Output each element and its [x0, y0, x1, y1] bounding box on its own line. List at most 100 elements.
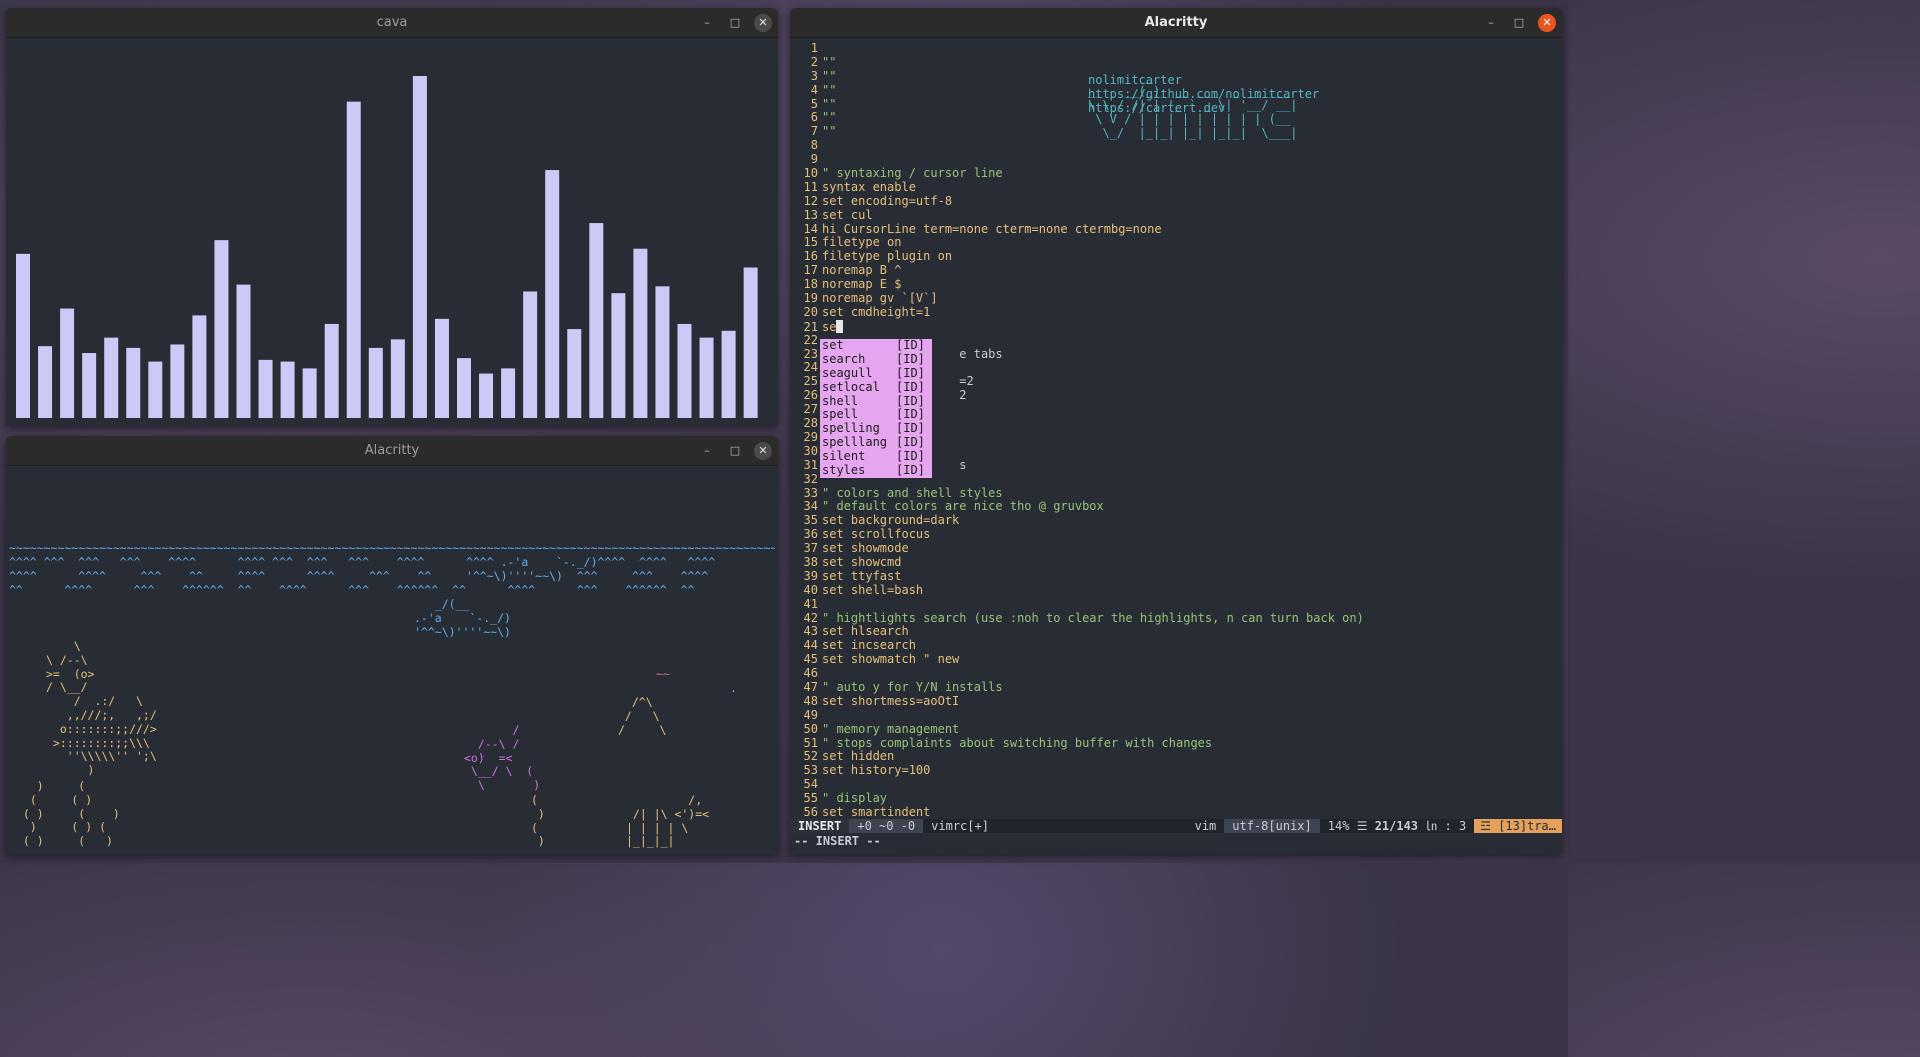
- file-type: vim: [1194, 819, 1217, 833]
- spectrum-bar: [258, 359, 273, 418]
- completion-word: silent: [822, 449, 866, 464]
- minimize-button[interactable]: –: [698, 14, 716, 32]
- minimize-button[interactable]: –: [698, 442, 716, 460]
- maximize-button[interactable]: □: [726, 442, 744, 460]
- completion-item[interactable]: silent [ID]: [820, 449, 932, 464]
- spectrum-bar: [82, 353, 97, 418]
- completion-item[interactable]: shell [ID]: [820, 393, 932, 409]
- line-number: 17: [803, 263, 818, 278]
- aquarium-titlebar[interactable]: Alacritty – □ ✕: [6, 436, 778, 466]
- line-number: 55: [803, 791, 818, 806]
- code-line: 19 noremap gv `[V`]: [794, 291, 1364, 306]
- line-number: 26: [803, 388, 818, 403]
- line-text: set showmatch " new: [822, 652, 960, 667]
- line-text: " display: [822, 791, 888, 806]
- status-line: INSERT +0 ~0 -0 vimrc[+] vim utf-8[unix]…: [790, 819, 1562, 833]
- code-line: 10 " syntaxing / cursor line: [794, 166, 1364, 181]
- code-line: 16 filetype plugin on: [794, 249, 1364, 264]
- code-line: 17 noremap B ^: [794, 263, 1364, 278]
- line-text: set shell=bash: [822, 582, 924, 597]
- line-text: set hlsearch: [822, 624, 909, 639]
- fish-left: \ \ /--\ >= (o> / \__/ / .:/ \ ,,///;, ,…: [46, 639, 157, 778]
- line-text: " colors and shell styles: [822, 485, 1003, 500]
- minimize-button[interactable]: –: [1482, 14, 1500, 32]
- line-number: 7: [810, 124, 818, 139]
- vim-editor[interactable]: 1 2 "" 3 "" 4 "" 5 "" 6 "" 7 "" 8 9 10 " syntaxing / cur…: [790, 38, 1562, 854]
- aquarium-canvas: , _/(__ , .-'a: [6, 466, 778, 854]
- completion-word: styles: [822, 463, 866, 478]
- line-number: 1: [810, 41, 818, 55]
- cava-visualizer: [6, 38, 778, 426]
- close-button[interactable]: ✕: [1538, 14, 1556, 32]
- text-cursor: [836, 319, 844, 333]
- line-text: filetype on: [822, 235, 902, 250]
- completion-item[interactable]: setlocal [ID]: [820, 380, 932, 395]
- line-number: 5: [810, 96, 818, 111]
- completion-item[interactable]: styles [ID]: [820, 463, 932, 478]
- completion-popup[interactable]: set [ID] search [ID] seagull [ID] setlocal [ID]…: [820, 338, 932, 478]
- line-number: 54: [803, 777, 818, 792]
- completion-item[interactable]: spell [ID]: [820, 408, 932, 422]
- line-number: 3: [810, 68, 818, 83]
- lines-icon: ☰: [1356, 819, 1368, 833]
- line-text: set smartindent: [822, 804, 931, 819]
- code-line: 43 set hlsearch: [794, 624, 1364, 639]
- completion-item[interactable]: search [ID]: [820, 352, 932, 367]
- asciiquarium-window: Alacritty – □ ✕ ,: [6, 436, 778, 854]
- completion-word: spelllang: [822, 435, 888, 450]
- line-number: 30: [803, 443, 818, 458]
- line-text: syntax enable: [822, 179, 916, 194]
- github-link[interactable]: https://github.com/nolimitcarter: [1088, 87, 1319, 102]
- completion-kind: [ID]: [896, 393, 925, 408]
- code-line: 44 set incsearch: [794, 638, 1364, 653]
- line-text: set cul: [822, 207, 873, 222]
- code-line: 12 set encoding=utf-8: [794, 194, 1364, 209]
- water-line-4: ^^ ^^^^ ^^^ ^^^^^^ ^^ ^^^^ ^^^ ^^^^^^ ^^…: [9, 584, 695, 597]
- spectrum-bar: [60, 308, 75, 418]
- website-link[interactable]: https://cartert.dev: [1088, 101, 1319, 116]
- line-number: 27: [803, 402, 818, 417]
- code-line: 45 set showmatch " new: [794, 652, 1364, 667]
- code-line: 9: [794, 152, 1364, 167]
- completion-item[interactable]: seagull [ID]: [820, 366, 932, 381]
- vim-titlebar[interactable]: Alacritty – □ ✕: [790, 8, 1562, 38]
- spectrum-bar: [280, 361, 295, 418]
- line-text: set showmode: [822, 541, 909, 556]
- cava-titlebar[interactable]: cava – □ ✕: [6, 8, 778, 38]
- line-number: 33: [803, 485, 818, 500]
- line-number: 14: [803, 221, 818, 236]
- code-line: 14 hi CursorLine term=none cterm=none cte…: [794, 221, 1364, 237]
- water-line-1: ~~~~~~~~~~~~~~~~~~~~~~~~~~~~~~~~~~~~~~~~…: [9, 542, 775, 555]
- command-line[interactable]: -- INSERT --: [794, 834, 881, 848]
- spectrum-bar: [589, 223, 604, 418]
- code-line: 35 set background=dark: [794, 513, 1364, 528]
- castle-peak: /^\ / \ / \: [618, 695, 667, 737]
- spectrum-bar: [545, 170, 560, 418]
- line-number: 45: [803, 652, 818, 667]
- line-number: 39: [803, 568, 818, 583]
- completion-item[interactable]: set [ID]: [820, 338, 932, 353]
- close-button[interactable]: ✕: [754, 14, 772, 32]
- line-number: 29: [803, 429, 818, 444]
- line-text: set showcmd: [822, 554, 902, 569]
- maximize-button[interactable]: □: [726, 14, 744, 32]
- fish-middle: / /--\ / <o) =< \__/ \ ( \ ): [464, 723, 541, 793]
- completion-item[interactable]: spelling [ID]: [820, 421, 932, 436]
- file-encoding: utf-8[unix]: [1224, 819, 1320, 833]
- spectrum-bar: [743, 267, 758, 418]
- maximize-button[interactable]: □: [1510, 14, 1528, 32]
- line-number: 42: [803, 610, 818, 625]
- seaweed-left: ) ( ( ( ) ( ) ( ) ) ( ) ( ( ) ( ): [22, 779, 120, 849]
- line-number: 16: [803, 249, 818, 264]
- code-line: 49: [794, 708, 1364, 723]
- completion-item[interactable]: spelllang [ID]: [820, 435, 932, 450]
- close-button[interactable]: ✕: [754, 442, 772, 460]
- line-number: 52: [803, 749, 818, 764]
- line-text: hi CursorLine term=none cterm=none cterm…: [822, 221, 1162, 236]
- code-line: 33 " colors and shell styles: [794, 485, 1364, 501]
- code-line: 11 syntax enable: [794, 179, 1364, 195]
- line-number: 38: [803, 554, 818, 569]
- castle-and-crab: /, /| |\ <')=< | | | | \ |_|_|_|: [626, 793, 710, 849]
- line-number: 8: [810, 138, 818, 153]
- line-number: 11: [803, 179, 818, 194]
